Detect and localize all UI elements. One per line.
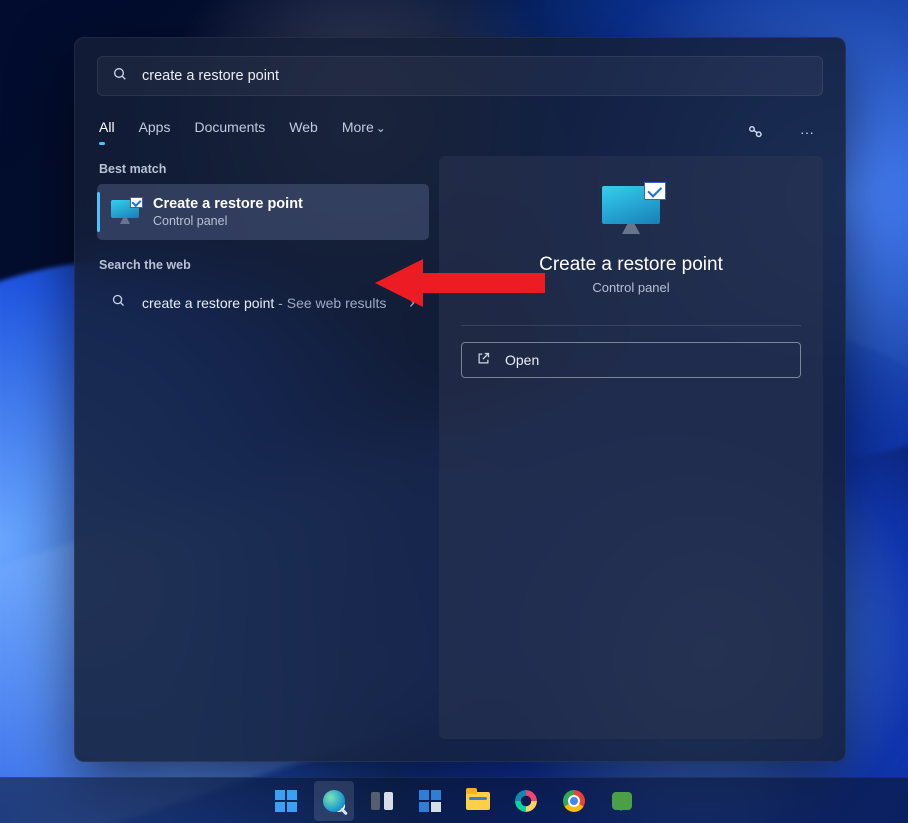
chevron-down-icon: ⌄ — [376, 121, 386, 135]
preview-pane: Create a restore point Control panel Ope… — [439, 156, 823, 739]
chat-button[interactable] — [602, 781, 642, 821]
system-properties-icon — [111, 200, 139, 224]
result-best-match[interactable]: Create a restore point Control panel — [97, 184, 429, 240]
widgets-button[interactable] — [410, 781, 450, 821]
system-properties-icon — [602, 186, 660, 234]
preview-title: Create a restore point — [539, 254, 723, 276]
folder-icon — [466, 792, 490, 810]
preview-subtitle: Control panel — [592, 280, 669, 295]
tab-web[interactable]: Web — [289, 119, 318, 145]
search-panel: All Apps Documents Web More⌄ ··· Best ma… — [74, 37, 846, 762]
search-input[interactable] — [142, 68, 808, 84]
tab-apps[interactable]: Apps — [139, 119, 171, 145]
task-view-icon — [371, 792, 393, 810]
windows-logo-icon — [275, 790, 297, 812]
copilot-button[interactable] — [506, 781, 546, 821]
section-best-match: Best match — [99, 162, 429, 176]
search-icon — [111, 293, 126, 313]
taskbar-search-button[interactable] — [314, 781, 354, 821]
open-button[interactable]: Open — [461, 342, 801, 378]
chat-icon — [612, 792, 632, 810]
widgets-icon — [419, 790, 441, 812]
taskbar — [0, 777, 908, 823]
chrome-icon — [563, 790, 585, 812]
result-web-search[interactable]: create a restore point - See web results… — [97, 280, 429, 325]
open-external-icon — [476, 351, 491, 369]
tab-documents[interactable]: Documents — [194, 119, 265, 145]
copilot-icon — [515, 790, 537, 812]
file-explorer-button[interactable] — [458, 781, 498, 821]
tab-more[interactable]: More⌄ — [342, 119, 386, 145]
ellipsis-icon: ··· — [800, 124, 814, 140]
search-icon — [112, 66, 128, 87]
result-title: Create a restore point — [153, 196, 303, 212]
result-subtitle: Control panel — [153, 214, 303, 228]
start-button[interactable] — [266, 781, 306, 821]
divider — [461, 325, 801, 326]
chrome-button[interactable] — [554, 781, 594, 821]
task-view-button[interactable] — [362, 781, 402, 821]
web-result-text: create a restore point - See web results — [142, 295, 386, 311]
chevron-right-icon: › — [409, 292, 415, 313]
search-icon — [323, 790, 345, 812]
tab-all[interactable]: All — [99, 119, 115, 145]
open-button-label: Open — [505, 352, 539, 368]
search-box[interactable] — [97, 56, 823, 96]
filter-tabs: All Apps Documents Web More⌄ ··· — [97, 118, 823, 146]
section-search-web: Search the web — [99, 258, 429, 272]
more-options-button[interactable]: ··· — [793, 118, 821, 146]
search-sources-button[interactable] — [741, 118, 769, 146]
